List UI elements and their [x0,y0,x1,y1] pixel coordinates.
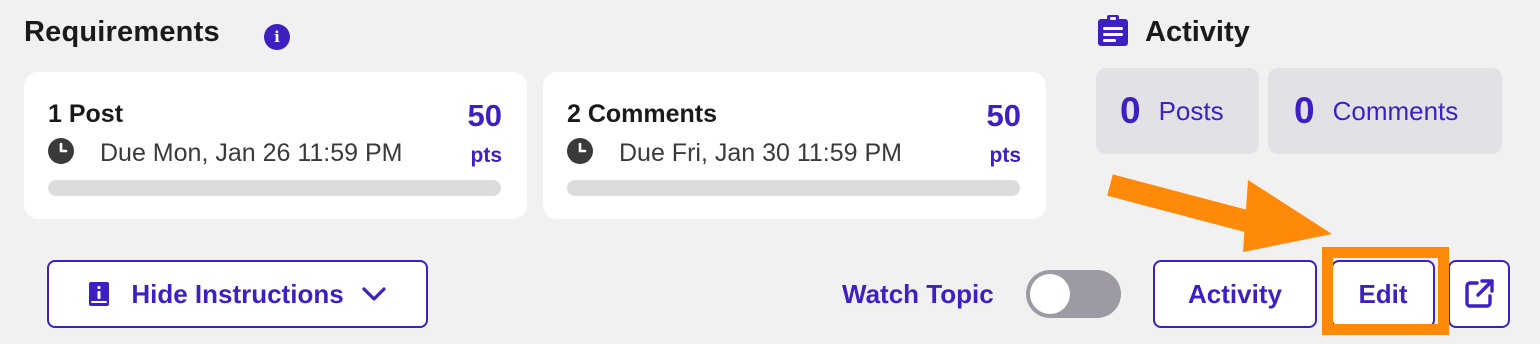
requirement-points: 50 [986,98,1021,133]
activity-title: Activity [1145,16,1250,48]
activity-button[interactable]: Activity [1153,260,1317,328]
clock-icon [567,138,593,164]
info-icon[interactable]: i [264,24,290,50]
clipboard-list-icon [1098,15,1128,46]
discussion-panel: Requirements i 1 Post 50 pts Due Mon, Ja… [0,0,1540,344]
edit-button[interactable]: Edit [1331,260,1435,328]
requirement-points-unit: pts [989,144,1022,167]
hide-instructions-label: Hide Instructions [131,278,344,309]
requirement-name: 2 Comments [567,100,718,128]
clock-icon [48,138,74,164]
posts-stat[interactable]: 0 Posts [1096,68,1259,154]
requirement-progress-bar [48,180,501,196]
hide-instructions-button[interactable]: Hide Instructions [47,260,428,328]
watch-topic-toggle[interactable] [1026,270,1121,318]
requirement-progress-bar [567,180,1020,196]
requirement-card: 2 Comments 50 pts Due Fri, Jan 30 11:59 … [543,72,1046,219]
book-icon [89,282,110,306]
watch-topic-label: Watch Topic [842,279,994,309]
requirement-points: 50 [467,98,502,133]
external-link-icon [1465,279,1494,308]
requirement-due-date: Due Mon, Jan 26 11:59 PM [100,139,403,167]
chevron-down-icon [362,287,386,301]
requirement-name: 1 Post [48,100,124,128]
posts-label: Posts [1158,95,1224,126]
posts-count: 0 [1120,90,1141,131]
comments-count: 0 [1294,90,1315,131]
annotation-arrow-icon [1107,174,1332,252]
requirement-points-unit: pts [470,144,503,167]
comments-label: Comments [1332,95,1459,126]
requirement-card: 1 Post 50 pts Due Mon, Jan 26 11:59 PM [24,72,527,219]
requirements-title: Requirements [24,16,220,48]
comments-stat[interactable]: 0 Comments [1268,68,1502,154]
requirement-due-date: Due Fri, Jan 30 11:59 PM [619,139,903,167]
toggle-knob [1030,274,1070,314]
open-external-button[interactable] [1448,260,1510,328]
